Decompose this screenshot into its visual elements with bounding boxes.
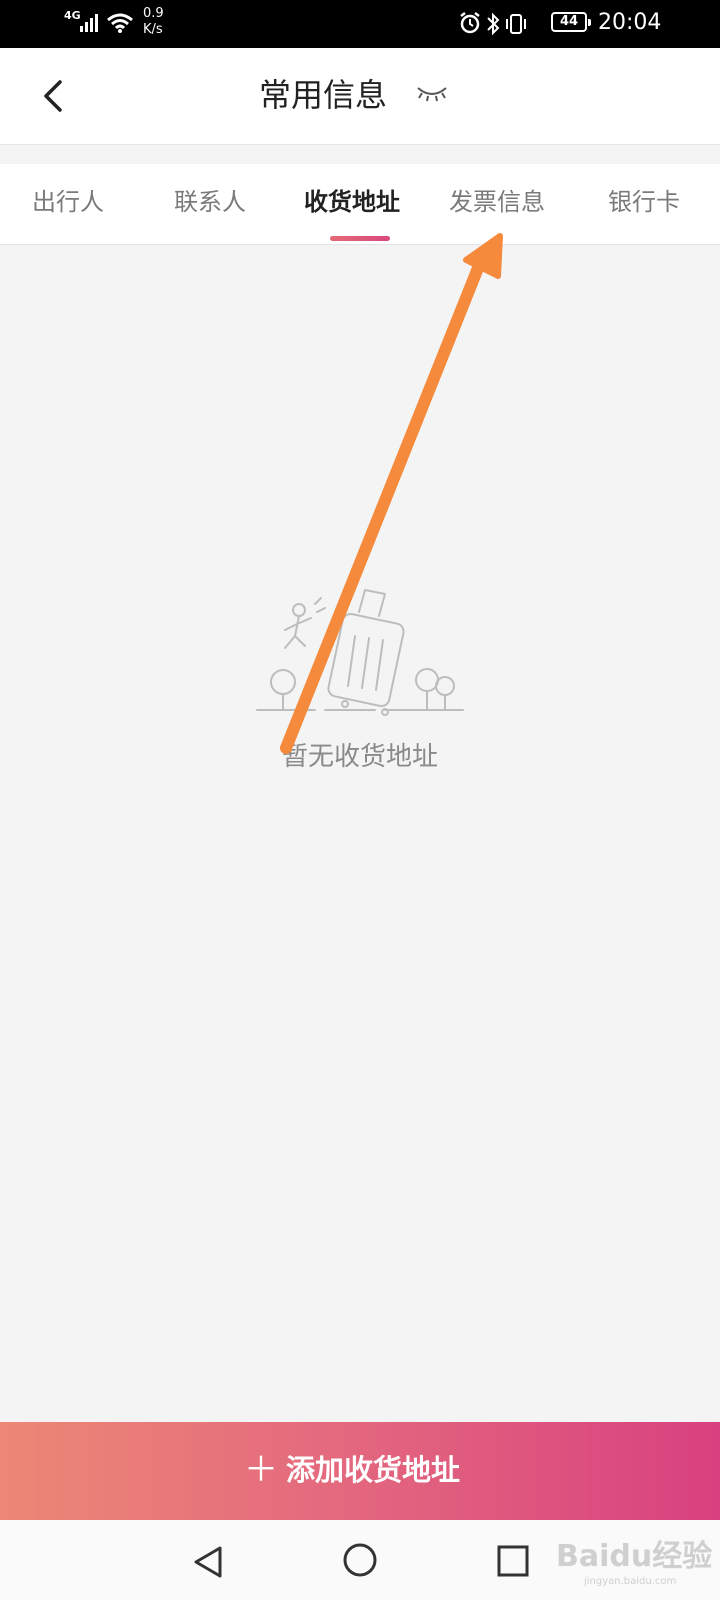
eye-closed-icon[interactable] <box>416 84 448 104</box>
active-tab-indicator <box>330 236 390 241</box>
watermark-url: jingyan.baidu.com <box>584 1576 677 1587</box>
tab-bank-card[interactable]: 银行卡 <box>608 186 680 218</box>
tab-invoice-info[interactable]: 发票信息 <box>449 186 545 218</box>
network-speed: 0.9 K/s <box>143 6 164 38</box>
wifi-icon <box>107 13 133 33</box>
tab-contacts[interactable]: 联系人 <box>174 186 246 218</box>
empty-suitcase-illustration <box>256 589 464 716</box>
nav-back-icon[interactable] <box>190 1542 226 1582</box>
status-bar: 4G 0.9 K/s 44 20:04 <box>0 0 720 48</box>
bluetooth-icon <box>487 12 500 36</box>
system-navigation-bar: Baidu经验 jingyan.baidu.com <box>0 1520 720 1600</box>
nav-home-icon[interactable] <box>342 1540 378 1580</box>
signal-icon <box>80 14 98 32</box>
plus-icon: ＋ <box>244 1451 278 1489</box>
status-icons <box>460 12 526 36</box>
add-shipping-address-button[interactable]: ＋ 添加收货地址 <box>0 1422 720 1520</box>
nav-recents-icon[interactable] <box>496 1544 530 1578</box>
tab-bar: 出行人 联系人 收货地址 发票信息 银行卡 <box>0 164 720 245</box>
battery-indicator: 44 <box>551 12 591 32</box>
alarm-icon <box>460 12 480 34</box>
vibrate-icon <box>506 14 526 34</box>
add-button-label: 添加收货地址 <box>286 1453 461 1487</box>
baidu-jingyan-watermark: Baidu经验 <box>556 1539 713 1574</box>
network-type: 4G <box>64 9 81 22</box>
header: 常用信息 <box>0 48 720 145</box>
tab-shipping-address[interactable]: 收货地址 <box>304 186 400 218</box>
clock: 20:04 <box>598 10 662 35</box>
network-speed-unit: K/s <box>143 22 163 37</box>
empty-state-message: 暂无收货地址 <box>281 742 438 772</box>
tab-travelers[interactable]: 出行人 <box>32 186 104 218</box>
page-title: 常用信息 <box>258 76 387 114</box>
network-speed-value: 0.9 <box>143 6 164 21</box>
